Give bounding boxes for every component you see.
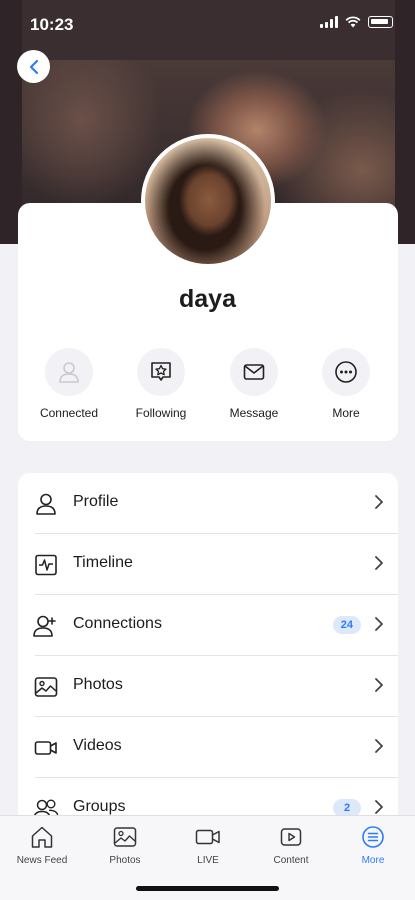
chevron-right-icon [375,739,383,753]
following-circle [137,348,185,396]
status-bar: 10:23 [0,0,415,50]
chevron-right-icon [375,800,383,814]
count-badge: 24 [332,616,361,634]
tab-news-feed[interactable]: News Feed [2,824,82,866]
menu-item-label: Profile [73,493,119,510]
menu-item-videos[interactable]: Videos [18,717,398,778]
person-icon [32,490,60,518]
image-icon [32,673,60,701]
tab-label: Photos [109,855,141,866]
following-button[interactable]: Following [116,348,206,420]
menu-item-label: Timeline [73,554,133,571]
message-label: Message [229,406,279,420]
menu-item-label: Videos [73,737,122,754]
activity-icon [32,551,60,579]
tab-label: More [361,855,385,866]
connected-button[interactable]: Connected [24,348,114,420]
chevron-left-icon [29,59,38,74]
tab-content[interactable]: Content [251,824,331,866]
play-icon [251,824,331,850]
menu-item-timeline[interactable]: Timeline [18,534,398,595]
menu-item-photos[interactable]: Photos [18,656,398,717]
menu-item-profile[interactable]: Profile [18,473,398,534]
wifi-icon [345,16,361,28]
star-bubble-icon [151,362,171,381]
chevron-right-icon [375,617,383,631]
tab-label: News Feed [16,855,68,866]
more-label: More [332,406,360,420]
tab-live[interactable]: LIVE [168,824,248,866]
menu-item-connections[interactable]: Connections 24 [18,595,398,656]
add-person-icon [32,612,60,640]
home-indicator [136,886,279,891]
avatar[interactable] [141,134,275,268]
battery-icon [368,16,393,28]
signal-icon [320,16,338,28]
status-icons [320,16,393,28]
tab-label: LIVE [197,855,219,866]
connected-circle [45,348,93,396]
chevron-right-icon [375,556,383,570]
menu-icon [333,824,413,850]
status-time: 10:23 [30,15,74,34]
camera-icon [168,824,248,850]
following-label: Following [135,406,187,420]
menu-item-label: Photos [73,676,123,693]
tab-label: Content [273,855,309,866]
person-icon [59,362,79,383]
profile-name: daya [179,285,236,313]
more-button[interactable]: More [301,348,391,420]
tab-photos[interactable]: Photos [85,824,165,866]
back-button[interactable] [17,50,50,83]
profile-menu: Profile Timeline Connections 24 Photos V… [18,473,398,853]
menu-item-label: Groups [73,798,126,815]
ellipsis-icon [335,361,357,383]
more-circle [322,348,370,396]
video-icon [32,734,60,762]
chevron-right-icon [375,678,383,692]
home-icon [2,824,82,850]
connected-label: Connected [39,406,99,420]
photos-icon [85,824,165,850]
menu-item-label: Connections [73,615,162,632]
envelope-icon [243,364,265,380]
chevron-right-icon [375,495,383,509]
message-circle [230,348,278,396]
tab-more[interactable]: More [333,824,413,866]
message-button[interactable]: Message [209,348,299,420]
